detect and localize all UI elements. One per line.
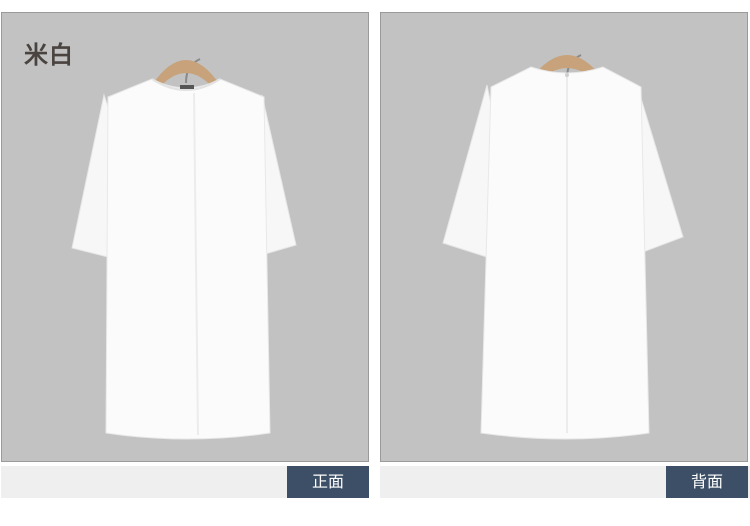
back-caption-bar: 背面 [380, 466, 750, 498]
color-label: 米白 [24, 41, 74, 69]
zipper-pull [565, 73, 569, 77]
back-dress-illustration [442, 54, 684, 440]
front-caption-bar: 正面 [1, 466, 369, 498]
dress-body [105, 78, 271, 440]
dress-body [480, 66, 650, 440]
back-caption-tag: 背面 [666, 466, 748, 498]
back-view-photo [380, 12, 748, 462]
front-dress-illustration [71, 58, 297, 440]
neck-label [180, 85, 194, 89]
front-caption-tag: 正面 [287, 466, 369, 498]
front-view-photo: 米白 [1, 12, 369, 462]
